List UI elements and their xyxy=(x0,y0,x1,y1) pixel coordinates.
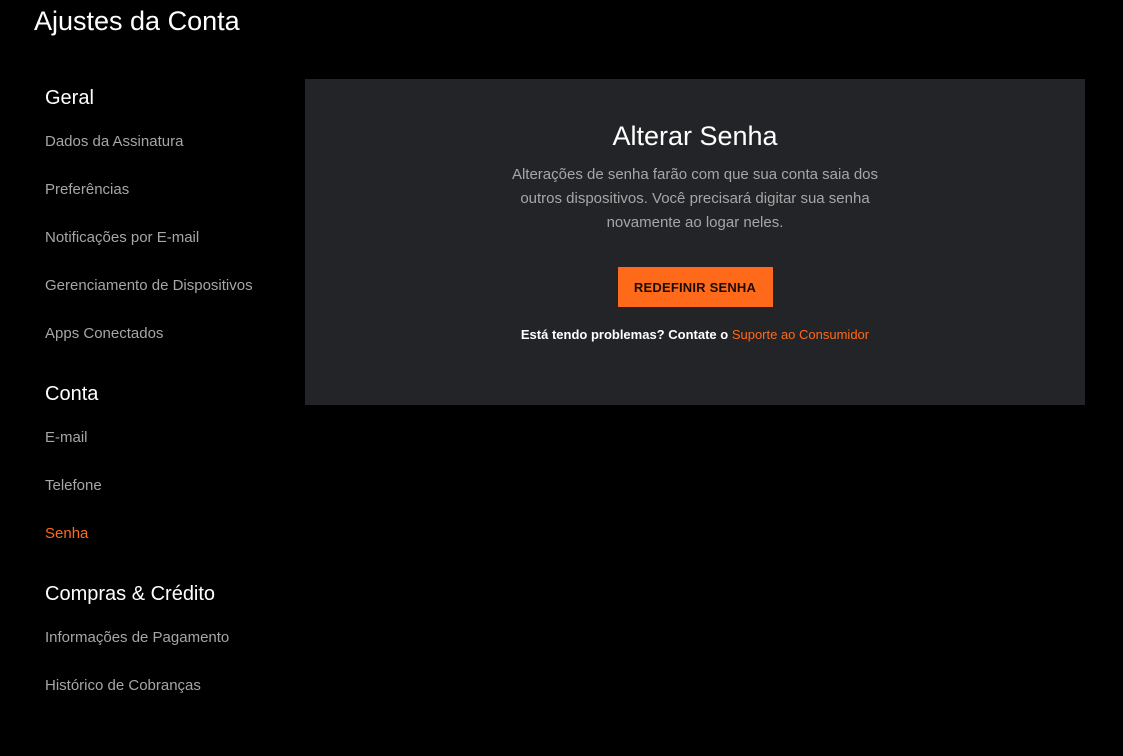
reset-password-button[interactable]: REDEFINIR SENHA xyxy=(617,267,773,307)
help-line: Está tendo problemas? Contate o Suporte … xyxy=(305,327,1085,342)
sidebar-section-title: Geral xyxy=(45,87,94,109)
sidebar-section-purchases: Compras & Crédito Informações de Pagamen… xyxy=(45,579,295,719)
sidebar-item-preferences[interactable]: Preferências xyxy=(45,175,295,223)
sidebar-item-phone[interactable]: Telefone xyxy=(45,471,295,519)
sidebar-section-title: Conta xyxy=(45,383,99,405)
sidebar-item-connected-apps[interactable]: Apps Conectados xyxy=(45,319,295,367)
sidebar-section-title: Compras & Crédito xyxy=(45,583,216,605)
change-password-card: Alterar Senha Alterações de senha farão … xyxy=(305,79,1085,405)
sidebar-item-password[interactable]: Senha xyxy=(45,519,295,567)
sidebar-item-device-management[interactable]: Gerenciamento de Dispositivos xyxy=(45,271,295,319)
sidebar-item-billing-history[interactable]: Histórico de Cobranças xyxy=(45,671,295,719)
help-text: Está tendo problemas? Contate o xyxy=(520,327,729,342)
sidebar-item-payment-info[interactable]: Informações de Pagamento xyxy=(45,623,295,671)
sidebar-item-subscription-details[interactable]: Dados da Assinatura xyxy=(45,127,295,175)
customer-support-link[interactable]: Suporte ao Consumidor xyxy=(732,327,869,342)
settings-sidebar: Geral Dados da Assinatura Preferências N… xyxy=(45,83,295,719)
sidebar-item-email-notifications[interactable]: Notificações por E-mail xyxy=(45,223,295,271)
sidebar-section-account: Conta E-mail Telefone Senha xyxy=(45,379,295,567)
page-title: Ajustes da Conta xyxy=(34,6,240,36)
card-description: Alterações de senha farão com que sua co… xyxy=(511,166,879,231)
sidebar-section-general: Geral Dados da Assinatura Preferências N… xyxy=(45,83,295,367)
card-title: Alterar Senha xyxy=(612,121,778,151)
sidebar-item-email[interactable]: E-mail xyxy=(45,423,295,471)
